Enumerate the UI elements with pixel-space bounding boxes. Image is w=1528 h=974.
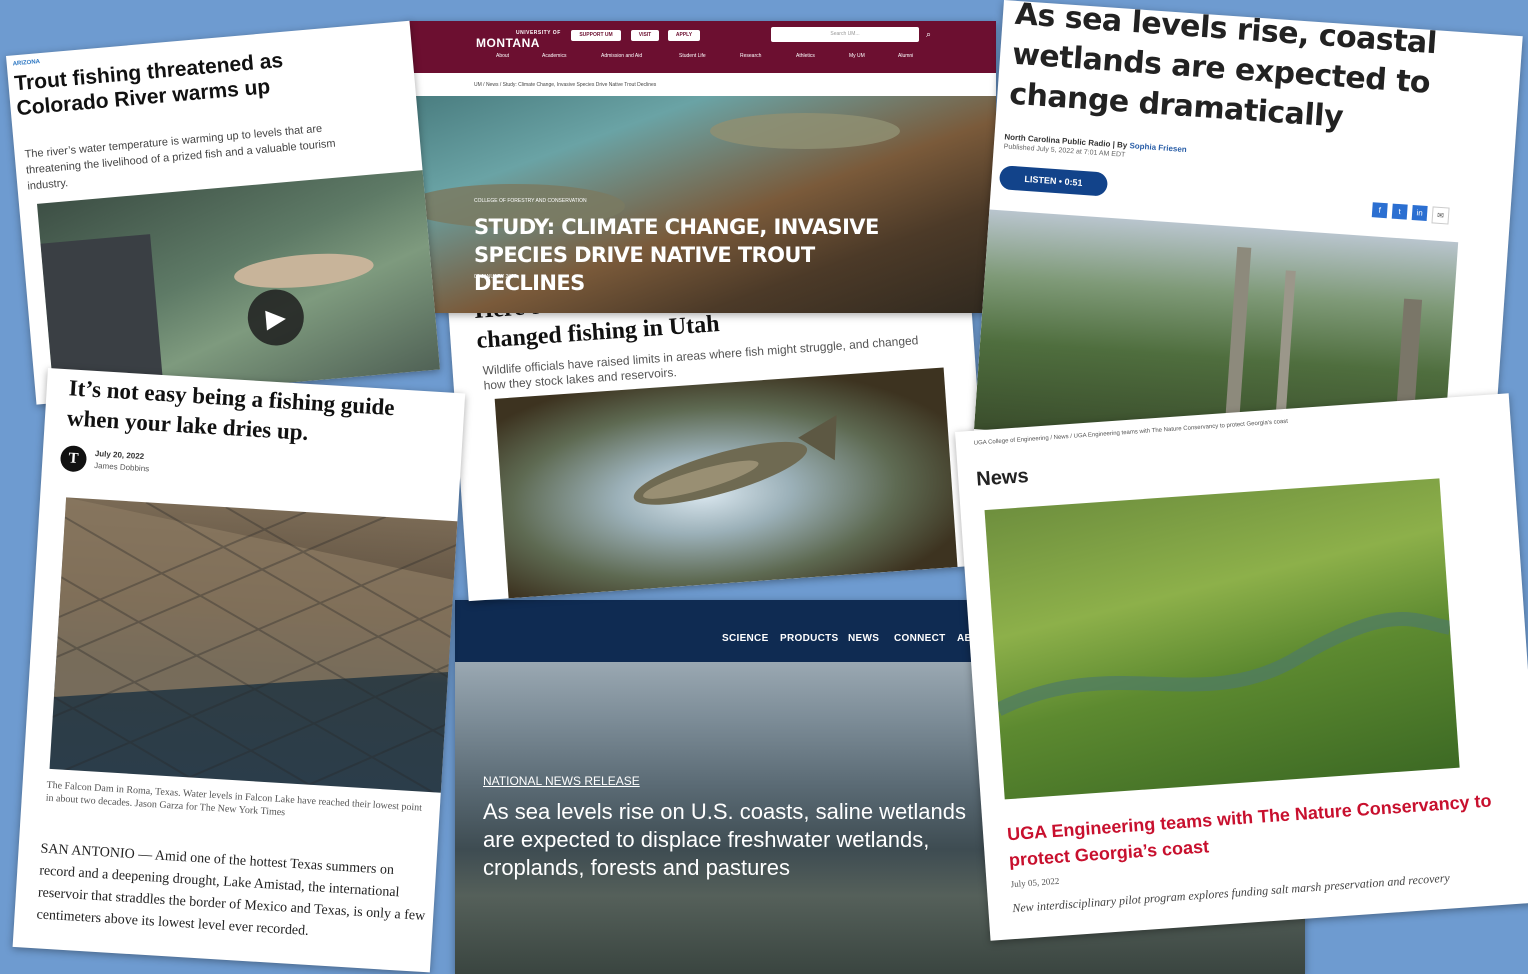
nav-alumni[interactable]: Alumni <box>898 53 913 59</box>
nav-academics[interactable]: Academics <box>542 53 566 59</box>
jumping-trout-photo <box>494 367 958 599</box>
nav-about[interactable]: About <box>496 53 509 59</box>
fish-in-hand-video[interactable]: ▶ <box>37 168 440 405</box>
nav-student-life[interactable]: Student Life <box>679 53 706 59</box>
nyt-body: SAN ANTONIO — Amid one of the hottest Te… <box>36 841 426 939</box>
nyt-headline: It’s not easy being a fishing guide when… <box>66 375 396 445</box>
uga-subtitle: New interdisciplinary pilot program expl… <box>1011 870 1451 916</box>
nav-my-um[interactable]: My UM <box>849 53 865 59</box>
uga-date: July 05, 2022 <box>1010 875 1060 890</box>
nav-products[interactable]: PRODUCTS <box>780 633 839 644</box>
author-link[interactable]: Sophia Friesen <box>1129 141 1187 154</box>
falcon-dam-photo <box>49 497 466 794</box>
search-icon[interactable]: ⌕ <box>926 29 931 40</box>
section-title: News <box>975 465 1030 491</box>
trout-illustration <box>633 415 837 505</box>
email-icon[interactable]: ✉ <box>1431 206 1450 225</box>
montana-headline: STUDY: CLIMATE CHANGE, INVASIVE SPECIES … <box>474 215 879 295</box>
college-tag: COLLEGE OF FORESTRY AND CONSERVATION <box>474 198 587 204</box>
breadcrumb: UM / News / Study: Climate Change, Invas… <box>474 82 657 88</box>
uga-news-card: UGA College of Engineering / News / UGA … <box>955 393 1528 941</box>
nav-athletics[interactable]: Athletics <box>796 53 815 59</box>
uga-headline[interactable]: UGA Engineering teams with The Nature Co… <box>1006 785 1528 873</box>
ncpr-headline: As sea levels rise, coastal wetlands are… <box>1008 0 1438 135</box>
colorado-headline: Trout fishing threatened as Colorado Riv… <box>13 48 284 121</box>
marsh-stream <box>995 612 1452 716</box>
nyt-article-card: It’s not easy being a fishing guide when… <box>12 368 466 973</box>
support-um-button[interactable]: SUPPORT UM <box>571 30 621 41</box>
news-release-link[interactable]: NATIONAL NEWS RELEASE <box>483 774 640 788</box>
nav-news[interactable]: NEWS <box>848 633 879 644</box>
trout-in-hand <box>40 234 374 405</box>
um-logo[interactable]: UNIVERSITY OF MONTANA <box>476 30 561 50</box>
nav-admission[interactable]: Admission and Aid <box>601 53 642 59</box>
montana-date: 03 JANUARY 2022 <box>474 274 517 280</box>
usgs-headline: As sea levels rise on U.S. coasts, salin… <box>483 799 967 880</box>
twitter-icon[interactable]: t <box>1391 203 1408 220</box>
dam-illustration <box>49 497 465 794</box>
apply-button[interactable]: APPLY <box>668 30 700 41</box>
salt-marsh-photo <box>984 478 1460 800</box>
nyt-date: July 20, 2022 <box>94 449 145 462</box>
nav-connect[interactable]: CONNECT <box>894 633 946 644</box>
listen-button[interactable]: LISTEN • 0:51 <box>998 165 1109 197</box>
nav-research[interactable]: Research <box>740 53 761 59</box>
nyt-author[interactable]: James Dobbins <box>94 461 150 473</box>
region-tag: ARIZONA <box>12 59 41 68</box>
colorado-river-card: ARIZONA Trout fishing threatened as Colo… <box>6 20 440 405</box>
linkedin-icon[interactable]: in <box>1411 205 1428 222</box>
nav-science[interactable]: SCIENCE <box>722 633 769 644</box>
nyt-logo-icon: T <box>59 444 88 473</box>
visit-button[interactable]: VISIT <box>631 30 659 41</box>
search-input[interactable]: Search UM... <box>771 27 919 42</box>
montana-news-card: UNIVERSITY OF MONTANA SUPPORT UM VISIT A… <box>406 21 996 313</box>
facebook-icon[interactable]: f <box>1371 202 1388 219</box>
